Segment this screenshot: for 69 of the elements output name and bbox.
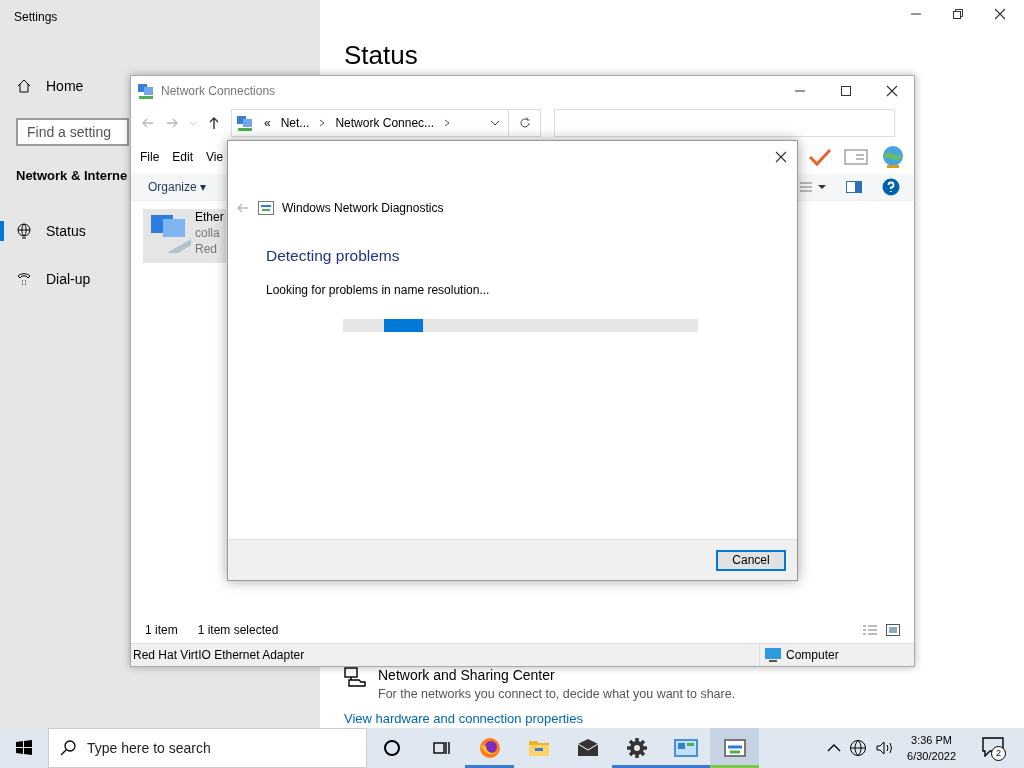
menu-item[interactable]: Vie — [206, 150, 224, 164]
related-description: For the networks you connect to, decide what you want to share. — [378, 687, 736, 701]
diagnostics-icon — [258, 201, 274, 215]
adapter-description: Red Hat VirtIO Ethernet Adapter — [133, 648, 305, 662]
status-message: Looking for problems in name resolution... — [266, 283, 491, 297]
task-view-icon — [431, 739, 450, 757]
breadcrumb[interactable]: Net... — [280, 116, 310, 130]
item-text: Ether — [195, 209, 224, 225]
caret-icon[interactable] — [490, 119, 500, 127]
notifications-button[interactable]: 2 — [978, 733, 1008, 763]
diagnostics-icon — [722, 737, 747, 759]
view-options-icon[interactable] — [798, 181, 826, 193]
status-text: 1 item selected — [197, 623, 279, 637]
search-field[interactable]: Type here to search — [48, 728, 367, 768]
home-icon — [16, 78, 32, 94]
dialog-heading: Detecting problems — [266, 247, 401, 265]
connection-item[interactable]: Ether colla Red — [143, 209, 226, 263]
zone-label: Computer — [786, 648, 839, 662]
restore-icon[interactable] — [952, 8, 964, 20]
search-field[interactable]: Find a setting — [16, 118, 129, 146]
refresh-icon — [518, 117, 531, 129]
network-icon — [236, 114, 254, 132]
check-icon[interactable] — [808, 147, 832, 167]
close-icon[interactable] — [775, 151, 787, 163]
help-icon[interactable] — [882, 178, 900, 196]
up-icon[interactable] — [207, 116, 221, 130]
clock[interactable]: 3:36 PM 6/30/2022 — [907, 732, 956, 764]
control-panel-icon — [672, 737, 699, 759]
message-icon — [982, 736, 1004, 757]
home-link[interactable]: Home — [46, 78, 84, 94]
chevron-up-icon[interactable] — [827, 743, 842, 753]
organize-button[interactable]: Organize ▾ — [148, 180, 207, 194]
item-text: Red — [195, 241, 218, 257]
globe-icon[interactable] — [849, 739, 868, 757]
settings-icon — [625, 737, 648, 759]
address-bar[interactable]: « Net... Network Connec... — [231, 109, 509, 137]
status-text: 1 item — [145, 623, 178, 637]
window-title: Network Connections — [161, 84, 276, 98]
firefox-icon — [477, 736, 502, 760]
computer-icon — [764, 647, 782, 663]
close-icon[interactable] — [994, 8, 1006, 20]
globe-icon — [16, 223, 32, 239]
sidebar-item[interactable]: Dial-up — [0, 261, 114, 297]
large-icons-view-icon[interactable] — [886, 624, 900, 636]
dialog-title: Windows Network Diagnostics — [282, 201, 444, 215]
search-icon — [60, 740, 76, 756]
close-icon[interactable] — [886, 85, 898, 97]
folders-icon — [344, 667, 366, 687]
network-icon — [137, 82, 155, 100]
item-text: colla — [195, 225, 221, 241]
circle-icon — [382, 739, 401, 757]
cancel-button[interactable]: Cancel — [716, 549, 786, 571]
page-heading: Status — [344, 40, 419, 71]
related-title[interactable]: Network and Sharing Center — [378, 667, 555, 683]
section-title: Network & Interne — [16, 168, 128, 183]
menu-item[interactable]: File — [140, 150, 160, 164]
sidebar-item[interactable]: Status — [0, 213, 114, 249]
breadcrumb[interactable]: « — [264, 116, 271, 130]
hardware-link[interactable]: View hardware and connection properties — [344, 711, 583, 726]
menu-item[interactable]: Edit — [172, 150, 194, 164]
breadcrumb[interactable]: Network Connec... — [335, 116, 435, 130]
chevron-icon — [319, 119, 326, 127]
refresh-button[interactable] — [509, 109, 541, 137]
maximize-icon[interactable] — [840, 85, 852, 97]
window-title: Settings — [14, 10, 59, 24]
windows-icon — [15, 739, 33, 757]
phone-icon — [16, 271, 32, 287]
chevron-icon — [444, 119, 451, 127]
preview-pane-icon[interactable] — [846, 181, 862, 193]
